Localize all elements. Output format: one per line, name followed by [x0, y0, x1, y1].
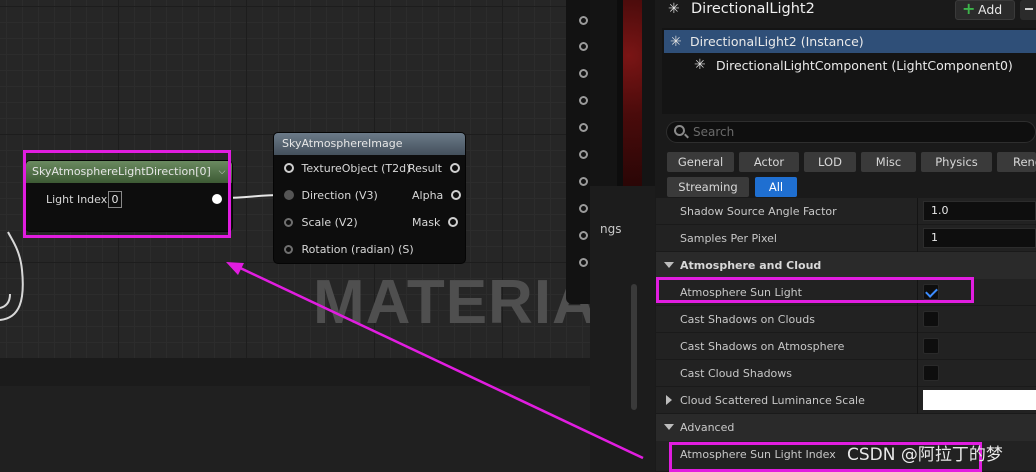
csdn-watermark: CSDN @阿拉丁的梦	[847, 445, 1003, 465]
graph-footer	[0, 386, 590, 472]
category-general[interactable]: General	[667, 152, 734, 172]
node-pin[interactable]	[579, 258, 588, 267]
category-all[interactable]: All	[755, 177, 797, 197]
highlight-light-direction-node	[23, 150, 231, 238]
prop-label: Cast Shadows on Atmosphere	[680, 340, 845, 353]
category-rendering[interactable]: Rend	[997, 152, 1036, 172]
node-pin[interactable]	[579, 42, 588, 51]
input-pin[interactable]	[284, 163, 294, 173]
category-misc[interactable]: Misc	[861, 152, 916, 172]
category-streaming[interactable]: Streaming	[667, 177, 749, 197]
section-label: Atmosphere and Cloud	[680, 259, 822, 272]
settings-tab-fragment[interactable]: ngs	[600, 222, 621, 236]
output-pin[interactable]	[449, 163, 460, 173]
node-pin[interactable]	[579, 204, 588, 213]
category-lod[interactable]: LOD	[804, 152, 856, 172]
category-physics[interactable]: Physics	[921, 152, 992, 172]
node-pin[interactable]	[579, 16, 588, 25]
cast-cloud-shadows-checkbox[interactable]	[923, 365, 939, 381]
input-direction[interactable]: Direction (V3)	[284, 189, 378, 202]
prop-label: Cast Cloud Shadows	[680, 367, 793, 380]
cast-shadows-on-clouds-checkbox[interactable]	[923, 311, 939, 327]
shadow-source-angle-factor-input[interactable]: 1.0	[923, 201, 1036, 221]
output-mask[interactable]: Mask	[412, 216, 458, 229]
prop-label: Shadow Source Angle Factor	[680, 205, 837, 218]
search-icon	[674, 125, 685, 136]
add-component-button[interactable]: + Add	[955, 0, 1015, 20]
input-pin[interactable]	[284, 245, 293, 254]
more-options-button[interactable]	[1020, 0, 1036, 20]
cast-shadows-on-atmosphere-checkbox[interactable]	[923, 338, 939, 354]
section-label: Advanced	[680, 421, 735, 434]
highlight-atmosphere-sun-light	[656, 277, 974, 303]
node-pin[interactable]	[579, 231, 588, 240]
node-pin[interactable]	[579, 123, 588, 132]
samples-per-pixel-input[interactable]: 1	[923, 228, 1036, 248]
directional-light-icon: ✳	[668, 1, 680, 17]
plus-icon: +	[962, 0, 976, 18]
actor-title: DirectionalLight2	[691, 1, 815, 17]
category-actor[interactable]: Actor	[739, 152, 799, 172]
node-pin[interactable]	[579, 69, 588, 78]
node-title: SkyAtmosphereImage	[274, 133, 465, 155]
sky-atmosphere-image-node[interactable]: SkyAtmosphereImage TextureObject (T2d) D…	[274, 133, 465, 263]
input-texture-object[interactable]: TextureObject (T2d)	[284, 162, 410, 175]
column-divider[interactable]	[917, 198, 918, 252]
collapse-icon[interactable]	[664, 424, 674, 430]
prop-label: Samples Per Pixel	[680, 232, 777, 245]
node-pin[interactable]	[579, 177, 588, 186]
input-pin[interactable]	[284, 190, 294, 200]
prop-label: Cast Shadows on Clouds	[680, 313, 815, 326]
details-search-input[interactable]: Search	[666, 121, 1036, 143]
node-pin[interactable]	[579, 96, 588, 105]
scrollbar[interactable]	[631, 284, 637, 410]
output-alpha[interactable]: Alpha	[412, 189, 461, 202]
editor-window: MATERIAL SkyAtmosphereLightDirection[0] …	[0, 0, 1036, 472]
tree-item-instance-label: DirectionalLight2 (Instance)	[690, 34, 864, 49]
output-pin[interactable]	[450, 190, 461, 200]
output-pin[interactable]	[447, 217, 458, 227]
node-pin[interactable]	[579, 150, 588, 159]
tree-item-component[interactable]: DirectionalLightComponent (LightComponen…	[716, 58, 1013, 73]
directional-light-icon: ✳	[670, 34, 682, 50]
graph-bottom-bar	[0, 358, 590, 386]
input-pin[interactable]	[284, 218, 293, 227]
expand-icon[interactable]	[666, 395, 672, 405]
input-rotation[interactable]: Rotation (radian) (S)	[284, 243, 414, 256]
output-result[interactable]: Result	[408, 162, 460, 175]
panel-divider[interactable]	[617, 0, 623, 186]
collapse-icon[interactable]	[664, 262, 674, 268]
directional-light-icon: ✳	[694, 57, 706, 73]
input-scale[interactable]: Scale (V2)	[284, 216, 358, 229]
cloud-scattered-luminance-color[interactable]	[923, 390, 1036, 410]
prop-label: Cloud Scattered Luminance Scale	[680, 394, 865, 407]
